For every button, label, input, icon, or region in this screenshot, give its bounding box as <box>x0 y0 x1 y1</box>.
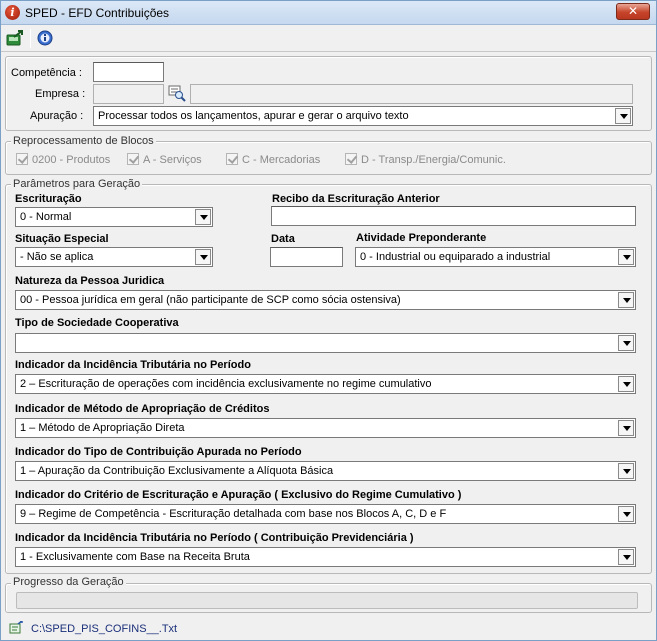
title-bar: i SPED - EFD Contribuições ✕ <box>1 1 656 25</box>
metodo-label: Indicador de Método de Apropriação de Cr… <box>15 403 270 415</box>
cooperativa-label: Tipo de Sociedade Cooperativa <box>15 317 179 329</box>
empresa-code-input[interactable] <box>93 84 164 104</box>
data-label: Data <box>271 233 295 245</box>
checkbox-a-servicos[interactable]: A - Serviços <box>127 153 202 166</box>
previdenciaria-value: 1 - Exclusivamente com Base na Receita B… <box>20 551 250 563</box>
save-exit-icon <box>6 30 23 46</box>
app-info-icon: i <box>5 5 20 20</box>
file-text-icon <box>9 621 23 634</box>
empresa-label: Empresa : <box>35 88 86 100</box>
atividade-label: Atividade Preponderante <box>356 232 487 244</box>
checkbox-c-mercadorias[interactable]: C - Mercadorias <box>226 153 320 166</box>
checkbox-icon <box>345 153 357 165</box>
previdenciaria-select[interactable]: 1 - Exclusivamente com Base na Receita B… <box>15 547 636 567</box>
recibo-label: Recibo da Escrituração Anterior <box>272 193 440 205</box>
recibo-input[interactable] <box>271 206 636 226</box>
escrituracao-label: Escrituração <box>15 193 82 205</box>
checkbox-d-transp[interactable]: D - Transp./Energia/Comunic. <box>345 153 506 166</box>
incidencia-value: 2 – Escrituração de operações com incidê… <box>20 378 432 390</box>
criterio-select[interactable]: 9 – Regime de Competência - Escrituração… <box>15 504 636 524</box>
empresa-search-button[interactable] <box>168 84 186 102</box>
tipo-contrib-select[interactable]: 1 – Apuração da Contribuição Exclusivame… <box>15 461 636 481</box>
criterio-label: Indicador do Critério de Escrituração e … <box>15 489 462 501</box>
toolbar <box>1 25 656 52</box>
checkbox-icon <box>127 153 139 165</box>
natureza-value: 00 - Pessoa jurídica em geral (não parti… <box>20 294 401 306</box>
situacao-select[interactable]: - Não se aplica <box>15 247 213 267</box>
chevron-down-icon[interactable] <box>618 506 634 522</box>
checkbox-icon <box>226 153 238 165</box>
escrituracao-select[interactable]: 0 - Normal <box>15 207 213 227</box>
chevron-down-icon[interactable] <box>618 376 634 392</box>
cooperativa-select[interactable] <box>15 333 636 353</box>
incidencia-label: Indicador da Incidência Tributária no Pe… <box>15 359 251 371</box>
escrituracao-value: 0 - Normal <box>20 211 72 223</box>
help-button[interactable] <box>34 28 56 49</box>
chevron-down-icon[interactable] <box>618 335 634 351</box>
chevron-down-icon[interactable] <box>195 209 211 225</box>
toolbar-separator <box>30 29 31 48</box>
natureza-label: Natureza da Pessoa Juridica <box>15 275 165 287</box>
checkbox-label: C - Mercadorias <box>242 154 321 166</box>
efd-window: i SPED - EFD Contribuições ✕ Competência… <box>0 0 657 641</box>
progresso-title: Progresso da Geração <box>11 576 126 588</box>
output-file-path: C:\SPED_PIS_COFINS__.Txt <box>31 623 178 635</box>
reprocessamento-title: Reprocessamento de Blocos <box>11 135 156 147</box>
situacao-value: - Não se aplica <box>20 251 94 263</box>
competencia-label: Competência : <box>11 67 82 79</box>
help-icon <box>37 30 53 46</box>
data-input[interactable] <box>270 247 343 267</box>
chevron-down-icon[interactable] <box>618 249 634 265</box>
chevron-down-icon[interactable] <box>195 249 211 265</box>
chevron-down-icon[interactable] <box>615 108 631 124</box>
chevron-down-icon[interactable] <box>618 292 634 308</box>
progress-bar <box>16 592 638 609</box>
chevron-down-icon[interactable] <box>618 549 634 565</box>
chevron-down-icon[interactable] <box>618 420 634 436</box>
window-title: SPED - EFD Contribuições <box>25 6 170 20</box>
incidencia-select[interactable]: 2 – Escrituração de operações com incidê… <box>15 374 636 394</box>
apuracao-label: Apuração : <box>30 110 84 122</box>
close-button[interactable]: ✕ <box>616 3 650 20</box>
save-exit-button[interactable] <box>4 28 26 49</box>
natureza-select[interactable]: 00 - Pessoa jurídica em geral (não parti… <box>15 290 636 310</box>
situacao-label: Situação Especial <box>15 233 109 245</box>
tipo-contrib-value: 1 – Apuração da Contribuição Exclusivame… <box>20 465 334 477</box>
checkbox-icon <box>16 153 28 165</box>
search-lookup-icon <box>168 85 186 102</box>
status-bar: C:\SPED_PIS_COFINS__.Txt <box>1 615 656 640</box>
checkbox-0200-produtos[interactable]: 0200 - Produtos <box>16 153 110 166</box>
apuracao-value: Processar todos os lançamentos, apurar e… <box>98 110 409 122</box>
parametros-title: Parâmetros para Geração <box>11 178 143 190</box>
checkbox-label: 0200 - Produtos <box>32 154 111 166</box>
tipo-contrib-label: Indicador do Tipo de Contribuição Apurad… <box>15 446 302 458</box>
criterio-value: 9 – Regime de Competência - Escrituração… <box>20 508 447 520</box>
empresa-name-input <box>190 84 633 104</box>
checkbox-label: A - Serviços <box>143 154 202 166</box>
previdenciaria-label: Indicador da Incidência Tributária no Pe… <box>15 532 414 544</box>
checkbox-label: D - Transp./Energia/Comunic. <box>361 154 506 166</box>
competencia-input[interactable] <box>93 62 164 82</box>
metodo-value: 1 – Método de Apropriação Direta <box>20 422 185 434</box>
apuracao-select[interactable]: Processar todos os lançamentos, apurar e… <box>93 106 633 126</box>
chevron-down-icon[interactable] <box>618 463 634 479</box>
atividade-select[interactable]: 0 - Industrial ou equiparado a industria… <box>355 247 636 267</box>
metodo-select[interactable]: 1 – Método de Apropriação Direta <box>15 418 636 438</box>
atividade-value: 0 - Industrial ou equiparado a industria… <box>360 251 551 263</box>
